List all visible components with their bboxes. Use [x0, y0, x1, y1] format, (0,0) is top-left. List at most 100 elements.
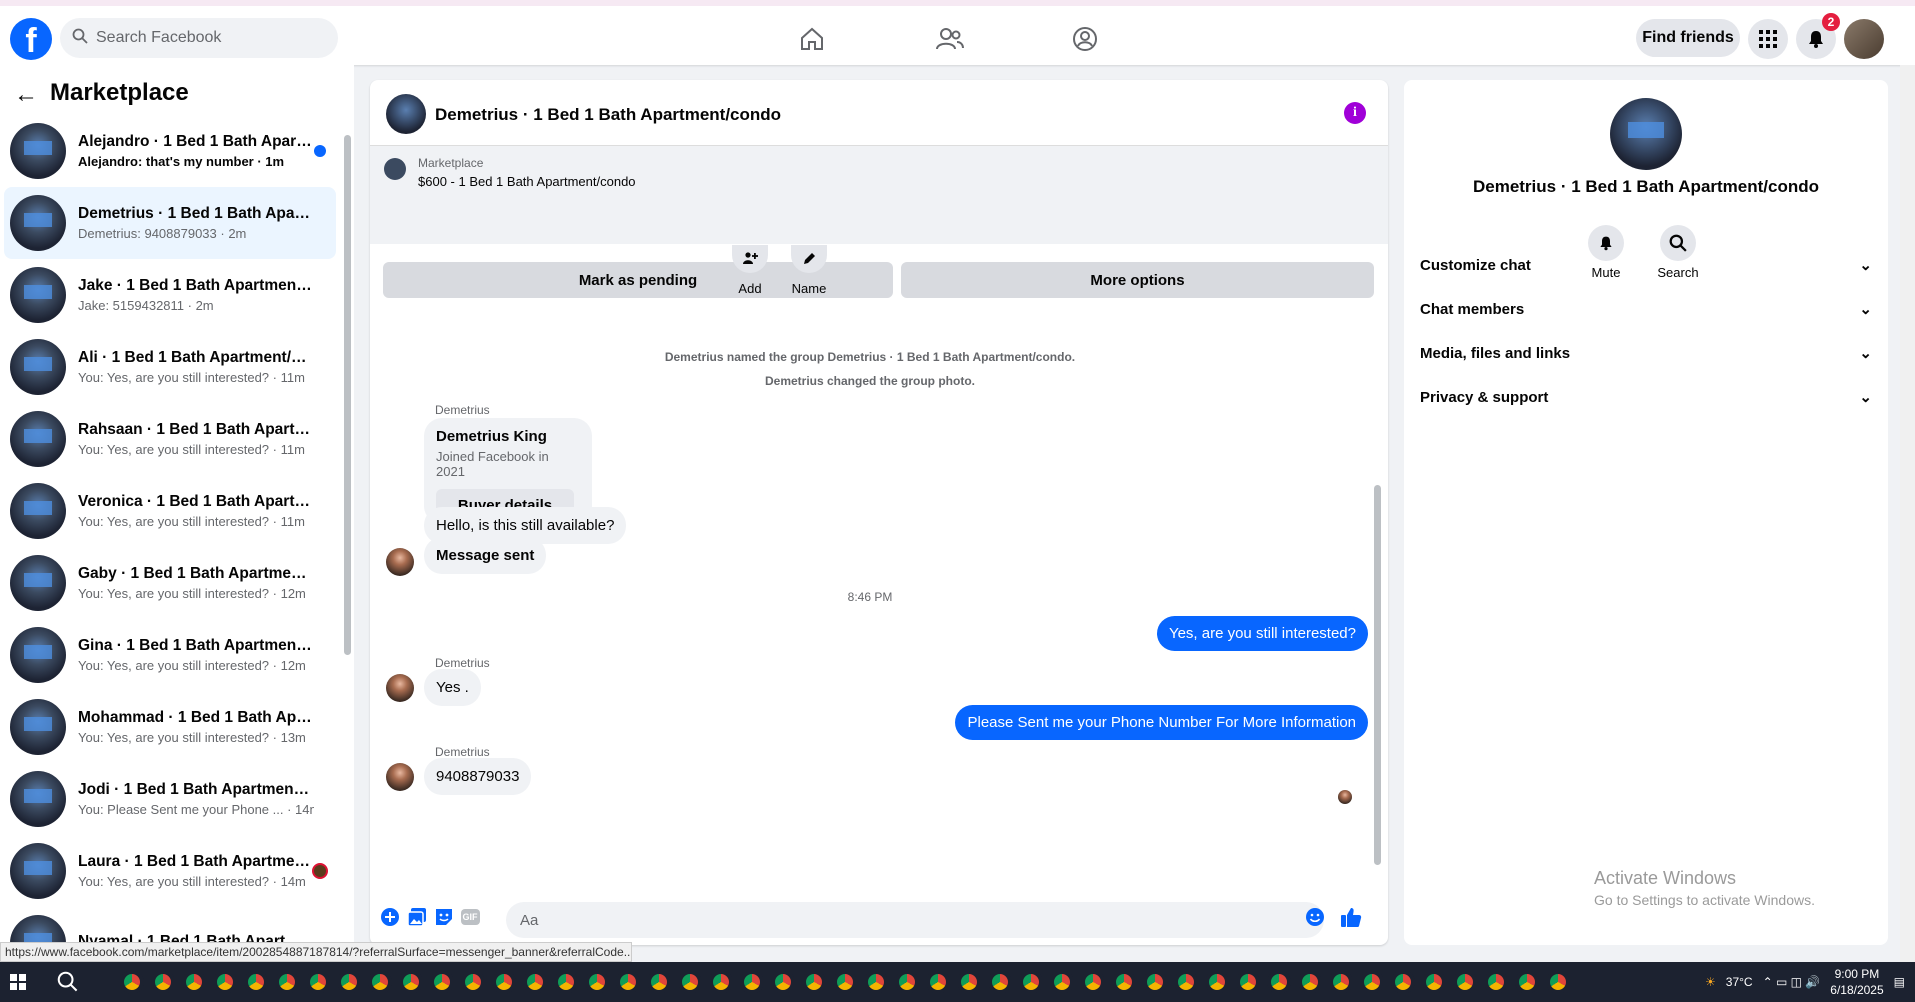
tray-icons[interactable]: ⌃ ▭ ◫ 🔊	[1763, 975, 1821, 989]
taskbar-app-icon[interactable]	[120, 970, 144, 994]
outgoing-message[interactable]: Yes, are you still interested?	[1156, 616, 1368, 651]
conversation-item[interactable]: Ali · 1 Bed 1 Bath Apartment/con... You: …	[4, 331, 336, 403]
taskbar-app-icon[interactable]	[368, 970, 392, 994]
taskbar-app-icon[interactable]	[275, 970, 299, 994]
clock[interactable]: 9:00 PM 6/18/2025	[1830, 966, 1883, 998]
page-scrollbar[interactable]	[1900, 65, 1915, 965]
taskbar-app-icon[interactable]	[1050, 970, 1074, 994]
taskbar-app-icon[interactable]	[1298, 970, 1322, 994]
account-avatar[interactable]	[1844, 19, 1884, 59]
taskbar-app-icon[interactable]	[306, 970, 330, 994]
incoming-message[interactable]: Yes .	[424, 669, 481, 706]
taskbar-app-icon[interactable]	[957, 970, 981, 994]
pencil-icon[interactable]	[791, 245, 827, 273]
taskbar-app-icon[interactable]	[616, 970, 640, 994]
chat-avatar[interactable]	[386, 94, 426, 134]
taskbar-app-icon[interactable]	[213, 970, 237, 994]
conversation-item[interactable]: Mohammad · 1 Bed 1 Bath Apart... You: Yes…	[4, 691, 336, 763]
home-icon[interactable]	[797, 24, 827, 54]
search-bar[interactable]	[60, 18, 338, 58]
conversation-item[interactable]: Demetrius · 1 Bed 1 Bath Apartm... Demetr…	[4, 187, 336, 259]
taskbar-app-icon[interactable]	[1453, 970, 1477, 994]
chat-members-row[interactable]: Chat members ⌄	[1420, 300, 1872, 319]
windows-start-icon[interactable]	[10, 974, 26, 990]
taskbar-app-icon[interactable]	[554, 970, 578, 994]
conversation-item[interactable]: Laura · 1 Bed 1 Bath Apartmen... You: Yes…	[4, 835, 336, 907]
taskbar-app-icon[interactable]	[864, 970, 888, 994]
taskbar-app-icon[interactable]	[1174, 970, 1198, 994]
facebook-logo[interactable]: f	[10, 18, 52, 60]
conversation-scrollbar[interactable]	[342, 115, 352, 700]
listing-thumbnail[interactable]	[384, 158, 406, 180]
taskbar-app-icon[interactable]	[740, 970, 764, 994]
taskbar-app-icon[interactable]	[1422, 970, 1446, 994]
incoming-message[interactable]: 9408879033	[424, 758, 532, 795]
search-input[interactable]	[96, 29, 316, 47]
friends-icon[interactable]	[935, 24, 965, 54]
sender-avatar[interactable]	[386, 548, 414, 576]
chat-scrollbar[interactable]	[1372, 245, 1382, 885]
taskbar-app-icon[interactable]	[430, 970, 454, 994]
taskbar-app-icon[interactable]	[895, 970, 919, 994]
media-files-links-row[interactable]: Media, files and links ⌄	[1420, 344, 1872, 363]
emoji-icon[interactable]	[1304, 906, 1326, 928]
weather-temperature[interactable]: 37°C	[1726, 975, 1753, 989]
taskbar-app-icon[interactable]	[244, 970, 268, 994]
taskbar-app-icon[interactable]	[1267, 970, 1291, 994]
conversation-item[interactable]: Alejandro · 1 Bed 1 Bath Apart... Alejand…	[4, 115, 336, 187]
taskbar-app-icon[interactable]	[1205, 970, 1229, 994]
info-icon[interactable]: i	[1344, 102, 1366, 124]
taskbar-app-icon[interactable]	[492, 970, 516, 994]
taskbar-app-icon[interactable]	[802, 970, 826, 994]
taskbar-app-icon[interactable]	[647, 970, 671, 994]
sender-avatar[interactable]	[386, 763, 414, 791]
conversation-item[interactable]: Gina · 1 Bed 1 Bath Apartment/c... You: Y…	[4, 619, 336, 691]
chat-title[interactable]: Demetrius · 1 Bed 1 Bath Apartment/condo	[435, 105, 781, 125]
back-arrow-icon[interactable]: ←	[14, 81, 38, 109]
taskbar-app-icon[interactable]	[1143, 970, 1167, 994]
add-action[interactable]: Add	[720, 245, 780, 296]
message-input[interactable]	[506, 902, 1324, 938]
taskbar-app-icon[interactable]	[771, 970, 795, 994]
privacy-support-row[interactable]: Privacy & support ⌄	[1420, 388, 1872, 407]
outgoing-message[interactable]: Please Sent me your Phone Number For Mor…	[955, 705, 1368, 740]
weather-icon[interactable]: ☀	[1705, 975, 1716, 989]
group-avatar[interactable]	[1610, 98, 1682, 170]
taskbar-app-icon[interactable]	[1236, 970, 1260, 994]
taskbar-app-icon[interactable]	[461, 970, 485, 994]
taskbar-search-icon[interactable]	[56, 970, 80, 994]
thumbs-up-icon[interactable]	[1340, 906, 1362, 928]
taskbar-app-icon[interactable]	[182, 970, 206, 994]
plus-circle-icon[interactable]	[379, 906, 401, 928]
taskbar-app-icon[interactable]	[833, 970, 857, 994]
gif-icon[interactable]: GIF	[459, 906, 481, 928]
conversation-item[interactable]: Jodi · 1 Bed 1 Bath Apartment/c... You: P…	[4, 763, 336, 835]
conversation-item[interactable]: Gaby · 1 Bed 1 Bath Apartment/c... You: Y…	[4, 547, 336, 619]
taskbar-app-icon[interactable]	[1515, 970, 1539, 994]
taskbar-app-icon[interactable]	[337, 970, 361, 994]
photo-gallery-icon[interactable]	[406, 906, 428, 928]
taskbar-app-icon[interactable]	[523, 970, 547, 994]
taskbar-app-icon[interactable]	[678, 970, 702, 994]
taskbar-app-icon[interactable]	[1019, 970, 1043, 994]
profile-icon[interactable]	[1070, 24, 1100, 54]
add-person-icon[interactable]	[732, 245, 768, 273]
taskbar-app-icon[interactable]	[709, 970, 733, 994]
taskbar-app-icon[interactable]	[585, 970, 609, 994]
name-action[interactable]: Name	[779, 245, 839, 296]
conversation-item[interactable]: Jake · 1 Bed 1 Bath Apartment/c... Jake: …	[4, 259, 336, 331]
menu-grid-icon[interactable]	[1748, 19, 1788, 59]
taskbar-app-icon[interactable]	[151, 970, 175, 994]
sticker-icon[interactable]	[433, 906, 455, 928]
taskbar-app-icon[interactable]	[1112, 970, 1136, 994]
taskbar-app-icon[interactable]	[1391, 970, 1415, 994]
taskbar-app-icon[interactable]	[926, 970, 950, 994]
taskbar-app-icon[interactable]	[988, 970, 1012, 994]
sender-avatar[interactable]	[386, 674, 414, 702]
find-friends-button[interactable]: Find friends	[1636, 19, 1740, 57]
listing-item-title[interactable]: $600 - 1 Bed 1 Bath Apartment/condo	[418, 174, 636, 189]
taskbar-app-icon[interactable]	[1484, 970, 1508, 994]
notifications-bell-icon[interactable]: 2	[1796, 13, 1840, 59]
notification-center-icon[interactable]: ▤	[1894, 975, 1905, 989]
taskbar-app-icon[interactable]	[1546, 970, 1570, 994]
